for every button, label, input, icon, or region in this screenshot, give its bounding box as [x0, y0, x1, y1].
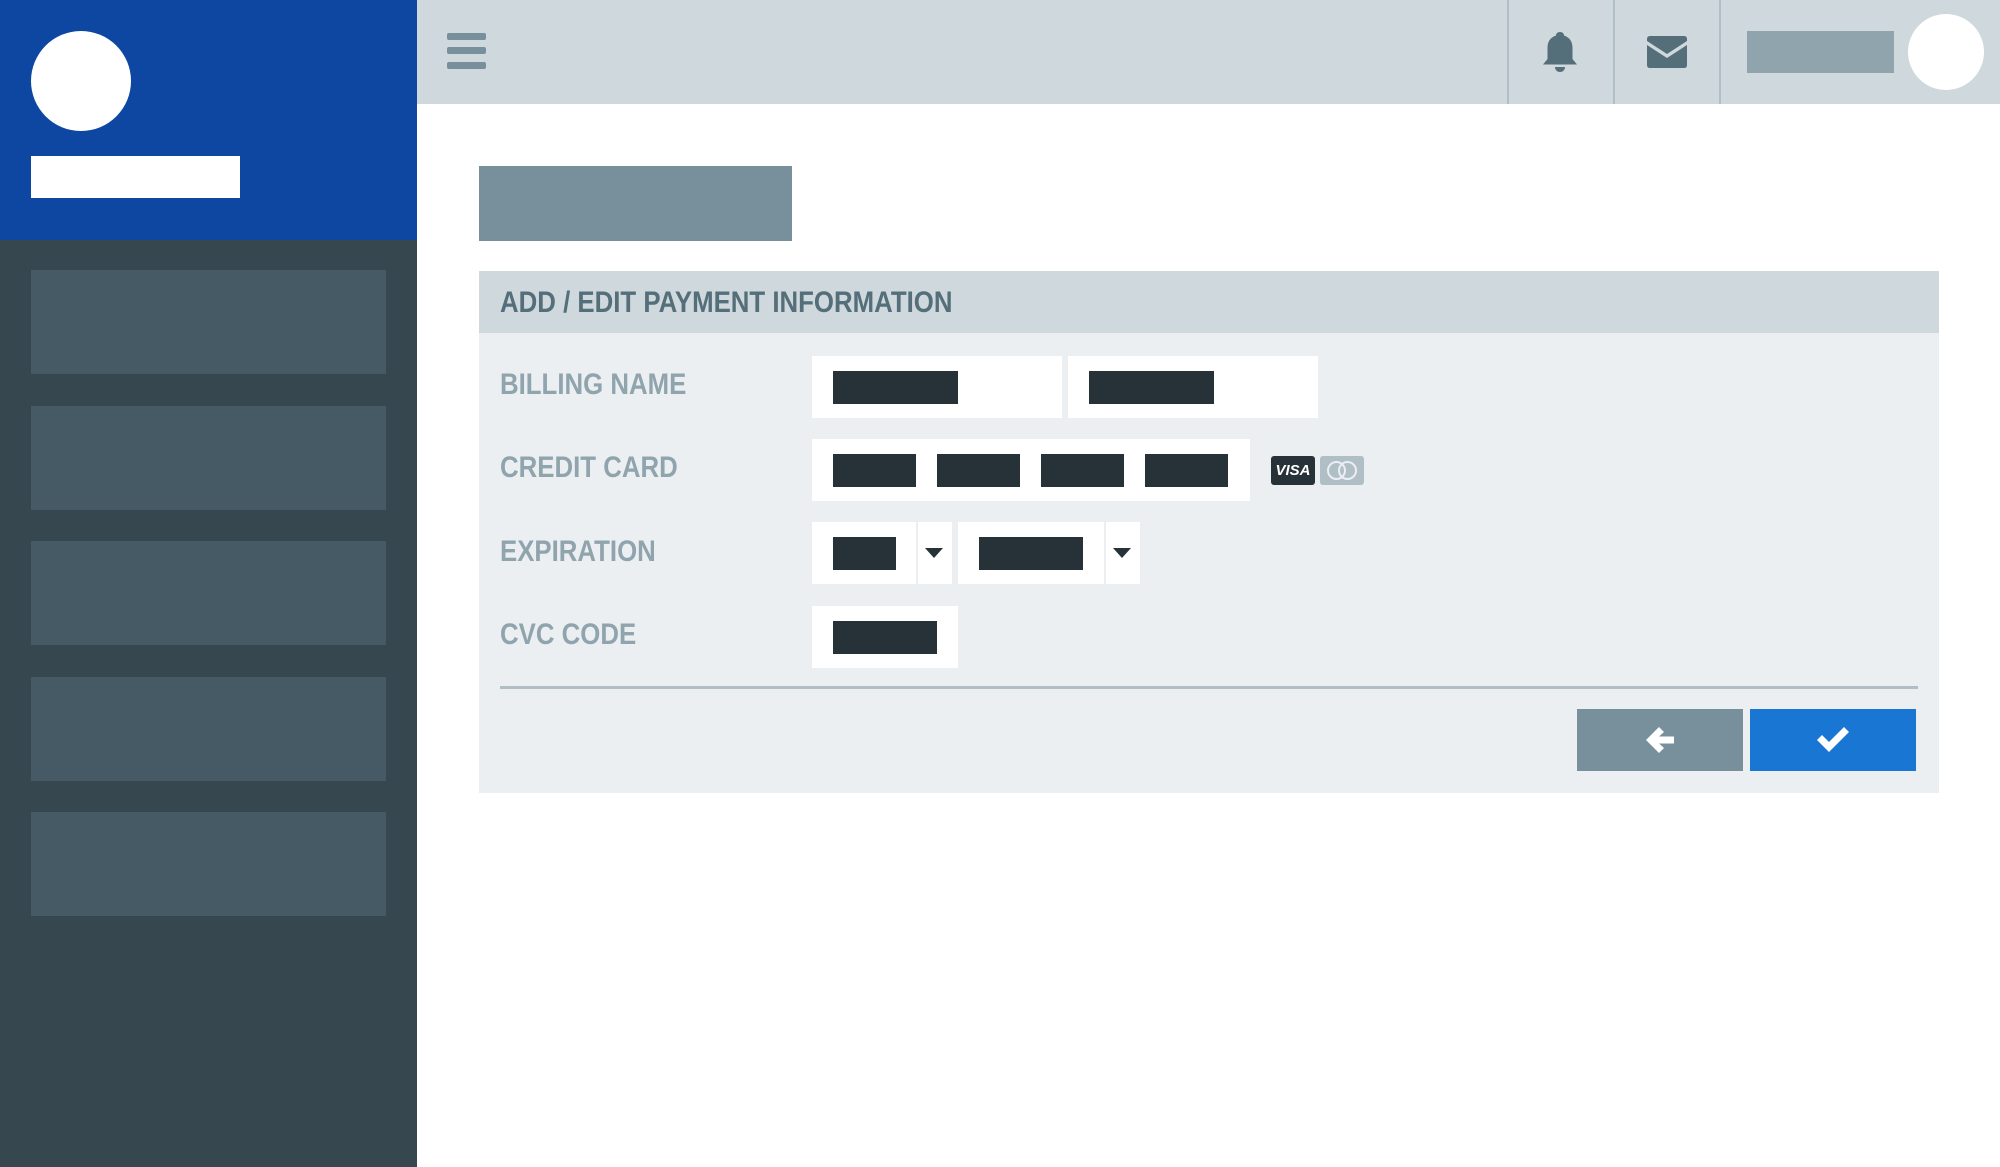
user-name-placeholder[interactable] [1747, 31, 1894, 73]
credit-card-field[interactable] [812, 439, 1250, 501]
cvc-label: CVC CODE [500, 618, 637, 651]
chevron-down-icon[interactable] [925, 548, 943, 558]
masked-value [1041, 454, 1124, 487]
avatar[interactable] [31, 31, 131, 131]
visa-icon: VISA [1271, 456, 1315, 485]
user-name-placeholder [31, 156, 240, 198]
sidebar-profile-header [0, 0, 417, 240]
sidebar-item-4[interactable] [31, 677, 386, 781]
panel-title: ADD / EDIT PAYMENT INFORMATION [500, 286, 953, 319]
topbar-divider [1507, 0, 1509, 104]
first-name-field[interactable] [812, 356, 1062, 418]
avatar[interactable] [1908, 14, 1984, 90]
chevron-down-icon[interactable] [1113, 548, 1131, 558]
sidebar-item-5[interactable] [31, 812, 386, 916]
mail-icon[interactable] [1643, 28, 1691, 76]
top-bar [417, 0, 2000, 104]
masked-value [833, 454, 916, 487]
form-divider [500, 686, 1918, 689]
cvc-field[interactable] [812, 606, 958, 668]
last-name-field[interactable] [1068, 356, 1318, 418]
bell-icon[interactable] [1536, 28, 1584, 76]
menu-icon[interactable] [447, 33, 486, 69]
confirm-button[interactable] [1750, 709, 1916, 771]
sidebar-item-1[interactable] [31, 270, 386, 374]
expiration-year-select[interactable] [958, 522, 1140, 584]
billing-name-label: BILLING NAME [500, 368, 687, 401]
panel-header: ADD / EDIT PAYMENT INFORMATION [479, 271, 1939, 333]
masked-value [1145, 454, 1228, 487]
sidebar-item-2[interactable] [31, 406, 386, 510]
sidebar [0, 0, 417, 1167]
masked-value [1089, 371, 1214, 404]
masked-value [833, 371, 958, 404]
expiration-label: EXPIRATION [500, 535, 656, 568]
topbar-divider [1719, 0, 1721, 104]
masked-value [833, 537, 896, 570]
masked-value [979, 537, 1083, 570]
arrow-left-icon [1646, 727, 1674, 753]
page-title [479, 166, 792, 241]
select-divider [1104, 522, 1106, 584]
credit-card-label: CREDIT CARD [500, 451, 678, 484]
expiration-month-select[interactable] [812, 522, 952, 584]
mastercard-icon [1320, 456, 1364, 485]
check-icon [1817, 727, 1849, 752]
masked-value [937, 454, 1020, 487]
sidebar-item-3[interactable] [31, 541, 386, 645]
masked-value [833, 621, 937, 654]
payment-form-panel: ADD / EDIT PAYMENT INFORMATION BILLING N… [479, 271, 1939, 793]
select-divider [916, 522, 918, 584]
back-button[interactable] [1577, 709, 1743, 771]
topbar-divider [1613, 0, 1615, 104]
